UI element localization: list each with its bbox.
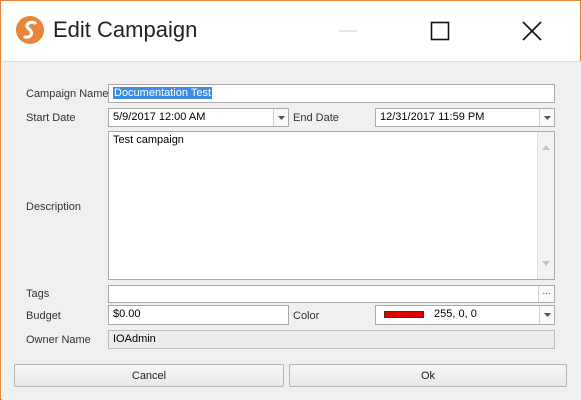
chevron-down-icon bbox=[543, 313, 551, 317]
start-date-label: Start Date bbox=[26, 112, 76, 124]
color-picker[interactable]: 255, 0, 0 bbox=[375, 305, 555, 325]
end-date-label: End Date bbox=[293, 112, 339, 124]
description-scrollbar[interactable] bbox=[537, 132, 554, 279]
minimize-icon bbox=[339, 30, 357, 32]
end-date-picker[interactable]: 12/31/2017 11:59 PM bbox=[375, 108, 555, 127]
owner-name-label: Owner Name bbox=[26, 334, 91, 346]
description-textarea[interactable]: Test campaign bbox=[108, 131, 555, 280]
end-date-dropdown-button[interactable] bbox=[539, 109, 554, 126]
scroll-up-icon[interactable] bbox=[542, 145, 550, 150]
budget-label: Budget bbox=[26, 310, 61, 322]
maximize-icon bbox=[430, 21, 450, 41]
color-dropdown-button[interactable] bbox=[539, 306, 554, 324]
chevron-down-icon bbox=[543, 115, 551, 120]
app-logo-icon bbox=[16, 16, 44, 44]
start-date-picker[interactable]: 5/9/2017 12:00 AM bbox=[108, 108, 289, 127]
color-value: 255, 0, 0 bbox=[434, 308, 477, 320]
maximize-button[interactable] bbox=[417, 11, 463, 51]
edit-campaign-dialog: Edit Campaign Campaign Name Documentatio… bbox=[0, 0, 581, 400]
owner-name-value: IOAdmin bbox=[113, 333, 156, 345]
campaign-name-value: Documentation Test bbox=[113, 87, 213, 99]
campaign-name-input[interactable]: Documentation Test bbox=[108, 84, 555, 103]
form-area: Campaign Name Documentation Test Start D… bbox=[2, 61, 581, 400]
tags-label: Tags bbox=[26, 288, 50, 300]
owner-name-field: IOAdmin bbox=[108, 330, 555, 349]
description-label: Description bbox=[26, 201, 82, 213]
tags-browse-button[interactable]: ... bbox=[538, 286, 554, 302]
scroll-down-icon[interactable] bbox=[542, 261, 550, 266]
end-date-value: 12/31/2017 11:59 PM bbox=[380, 111, 485, 123]
minimize-button[interactable] bbox=[325, 11, 371, 51]
title-bar[interactable]: Edit Campaign bbox=[1, 1, 580, 61]
ok-button[interactable]: Ok bbox=[289, 364, 567, 387]
color-swatch bbox=[384, 311, 424, 318]
chevron-down-icon bbox=[277, 115, 285, 120]
color-label: Color bbox=[293, 310, 320, 322]
budget-value: $0.00 bbox=[113, 308, 141, 320]
description-value: Test campaign bbox=[113, 134, 184, 146]
window-title: Edit Campaign bbox=[53, 17, 198, 42]
campaign-name-label: Campaign Name bbox=[26, 88, 109, 100]
tags-input[interactable]: ... bbox=[108, 285, 555, 303]
cancel-button[interactable]: Cancel bbox=[14, 364, 284, 387]
start-date-dropdown-button[interactable] bbox=[273, 109, 288, 126]
budget-input[interactable]: $0.00 bbox=[108, 305, 289, 325]
close-icon bbox=[522, 21, 542, 41]
start-date-value: 5/9/2017 12:00 AM bbox=[113, 111, 206, 123]
close-button[interactable] bbox=[509, 11, 555, 51]
